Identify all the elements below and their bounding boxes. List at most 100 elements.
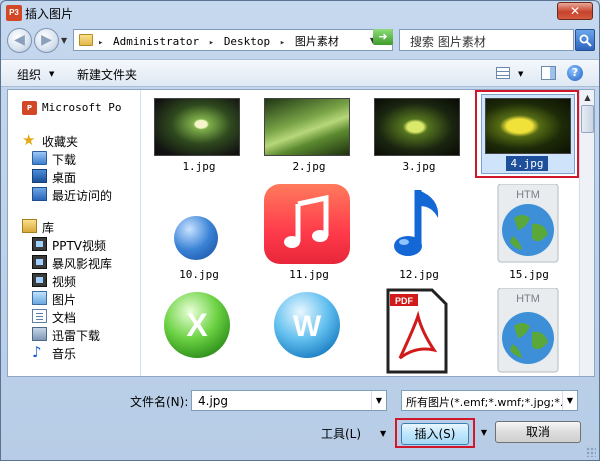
vertical-scrollbar[interactable]: ▲ [579,90,594,376]
chevron-down-icon[interactable]: ▼ [562,391,577,410]
file-thumbnail [154,98,240,156]
sidebar-item-pictures[interactable]: 图片 [32,290,140,308]
filename-label: 文件名(N): [130,395,189,409]
file-thumbnail [264,98,350,156]
htm-globe-icon: HTM [492,287,564,374]
cancel-button[interactable]: 取消 [495,421,581,443]
sidebar-item-libraries[interactable]: 库 [22,218,140,236]
chevron-right-icon[interactable]: ▸ [209,38,214,48]
file-name: 1.jpg [182,160,216,173]
file-item[interactable]: X [154,288,244,376]
video-library-icon [32,237,47,251]
sidebar-item-desktop[interactable]: 桌面 [32,168,140,186]
file-item[interactable]: 3.jpg [374,96,464,186]
chevron-down-icon[interactable]: ▼ [49,70,54,78]
sidebar-item-label: 暴风影视库 [52,257,113,271]
organize-button[interactable]: 组织 [17,66,41,83]
sidebar-item-label: 最近访问的 [52,189,113,203]
resize-grip-icon[interactable] [586,447,596,457]
forward-button[interactable]: ▶ [34,28,59,53]
sidebar-item-baofeng-video[interactable]: 暴风影视库 [32,254,140,272]
breadcrumb-administrator[interactable]: Administrator [113,35,199,48]
pdf-icon: PDF [384,288,450,374]
file-thumbnail [374,98,460,156]
search-button[interactable] [575,29,595,51]
preview-pane-icon[interactable] [541,66,556,80]
powerpoint-app-icon: P3 [6,5,22,21]
file-name: 12.jpg [399,268,439,281]
sidebar-item-label: Microsoft Po [42,101,122,114]
sidebar-item-favorites[interactable]: ★ 收藏夹 [22,132,140,150]
change-view-icon[interactable] [496,67,510,79]
sidebar-item-label: 图片 [52,293,77,307]
insert-button[interactable]: 插入(S) [401,423,469,445]
search-input[interactable]: 搜索 图片素材 [399,29,574,51]
breadcrumb-current-folder[interactable]: 图片素材 [295,35,339,48]
folder-icon [79,34,93,46]
tools-button[interactable]: 工具(L) [321,425,361,442]
close-button[interactable]: ✕ [557,2,593,20]
star-icon: ★ [22,131,36,149]
file-item[interactable]: HTM [484,287,574,376]
file-item[interactable]: 2.jpg [264,96,354,186]
chevron-right-icon[interactable]: ▸ [98,38,103,48]
file-list[interactable]: 1.jpg 2.jpg 3.jpg 4.jpg 10.jpg 11.jpg 12… [142,90,579,376]
new-folder-button[interactable]: 新建文件夹 [77,66,137,83]
thunder-download-icon [32,327,47,341]
file-item-selected[interactable]: 4.jpg [475,90,579,178]
chevron-down-icon[interactable]: ▼ [380,429,386,438]
sidebar-item-label: 音乐 [52,347,77,361]
address-bar[interactable]: ▸ Administrator ▸ Desktop ▸ 图片素材 ▼ [73,29,393,51]
window-title: 插入图片 [25,7,74,21]
file-item[interactable]: HTM 15.jpg [484,183,574,281]
sidebar-item-pptv-video[interactable]: PPTV视频 [32,236,140,254]
library-icon [22,219,37,233]
back-button[interactable]: ◀ [7,28,32,53]
view-options-dropdown-icon[interactable]: ▼ [518,70,523,78]
chevron-down-icon[interactable]: ▼ [371,391,386,410]
navigation-pane[interactable]: P Microsoft Po ★ 收藏夹 下载 桌面 最近访问的 库 PPTV视… [8,90,141,376]
file-item[interactable]: 12.jpg [374,184,464,281]
filename-value: 4.jpg [198,394,229,408]
excel-icon: X [164,292,230,358]
filename-field[interactable]: 4.jpg ▼ [191,390,387,411]
refresh-button[interactable]: ➜ [373,29,393,45]
pdf-label: PDF [395,296,414,306]
video-icon [32,273,47,287]
sidebar-item-thunder-downloads[interactable]: 迅雷下载 [32,326,140,344]
sidebar-item-label: 桌面 [52,171,77,185]
sidebar-item-label: 下载 [52,153,77,167]
breadcrumb-desktop[interactable]: Desktop [224,35,270,48]
file-thumbnail [485,98,571,154]
search-icon [579,34,592,47]
sidebar-item-label: 视频 [52,275,77,289]
music-note-icon [382,184,452,264]
file-type-select[interactable]: 所有图片(*.emf;*.wmf;*.jpg;*.jr ▼ [401,390,578,411]
pictures-icon [32,291,47,305]
file-name: 10.jpg [179,268,219,281]
word-icon: W [274,292,340,358]
sidebar-item-label: 迅雷下载 [52,329,101,343]
sidebar-item-downloads[interactable]: 下载 [32,150,140,168]
file-item[interactable]: W [264,288,354,376]
scrollbar-thumb[interactable] [581,105,594,133]
sidebar-item-recent-places[interactable]: 最近访问的 [32,186,140,204]
scroll-up-icon[interactable]: ▲ [580,90,594,105]
browser-content: P Microsoft Po ★ 收藏夹 下载 桌面 最近访问的 库 PPTV视… [7,89,595,377]
sidebar-item-videos[interactable]: 视频 [32,272,140,290]
file-item[interactable]: PDF [374,288,464,376]
sidebar-item-microsoft-powerpoint[interactable]: P Microsoft Po [22,100,140,118]
file-item[interactable]: 10.jpg [154,184,244,281]
file-item[interactable]: 11.jpg [264,184,354,281]
sidebar-item-music[interactable]: ♪ 音乐 [32,344,140,362]
chevron-right-icon[interactable]: ▸ [280,38,285,48]
insert-options-dropdown-icon[interactable]: ▼ [478,425,490,441]
help-icon[interactable]: ? [567,65,583,81]
ie-globe-icon [174,216,218,260]
music-note-icon [284,194,329,248]
music-app-icon [264,184,350,264]
file-item[interactable]: 1.jpg [154,96,244,186]
documents-icon [32,309,47,323]
sidebar-item-documents[interactable]: 文档 [32,308,140,326]
history-dropdown-icon[interactable]: ▼ [61,36,67,45]
